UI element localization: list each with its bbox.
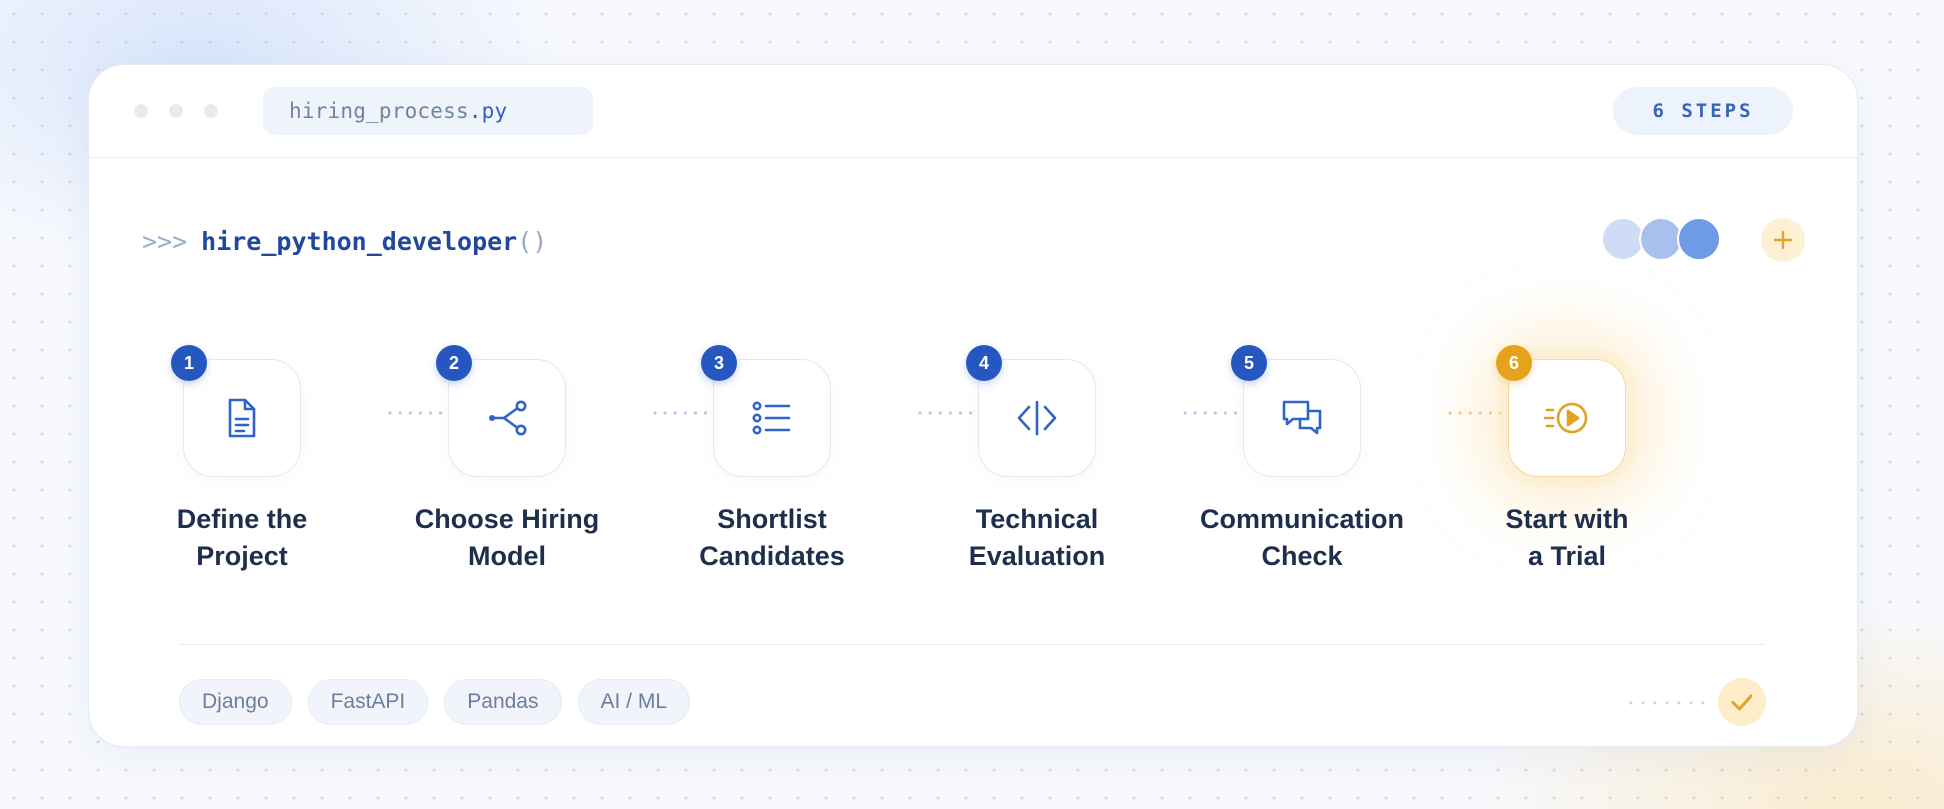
avatar-group <box>1601 217 1731 261</box>
footer-dotted-line <box>1625 701 1709 705</box>
document-icon <box>228 398 256 438</box>
step-label-line: Project <box>196 541 288 571</box>
avatar <box>1677 217 1721 261</box>
step-label-line: Candidates <box>699 541 845 571</box>
command-function-name: hire_python_developer <box>201 226 518 256</box>
step-number-badge: 6 <box>1496 345 1532 381</box>
footer-divider <box>179 644 1765 645</box>
plus-icon <box>1773 230 1793 250</box>
steps-count-badge: 6 STEPS <box>1613 87 1793 135</box>
step-label-line: Model <box>468 541 546 571</box>
command-line: >>> hire_python_developer () <box>142 221 547 261</box>
share-icon <box>489 400 527 436</box>
tech-tags: Django FastAPI Pandas AI / ML <box>179 679 691 725</box>
complete-badge <box>1718 678 1766 726</box>
code-icon <box>1017 400 1057 436</box>
step-label-line: Shortlist <box>717 504 827 534</box>
hiring-process-card: hiring_process .py 6 STEPS >>> hire_pytho… <box>88 64 1858 747</box>
step-label-line: Evaluation <box>968 541 1106 571</box>
step-label-line: Communication <box>1199 504 1404 534</box>
step-label: Technical Evaluation <box>906 501 1168 575</box>
step-label: Shortlist Candidates <box>641 501 903 575</box>
tag-pandas[interactable]: Pandas <box>444 679 562 725</box>
file-tab-name: hiring_process <box>289 99 469 123</box>
step-number-badge: 1 <box>171 345 207 381</box>
step-label-line: Technical <box>975 504 1099 534</box>
chat-icon <box>1282 400 1322 435</box>
command-parens: () <box>517 226 548 256</box>
step-label: Define the Project <box>111 501 373 575</box>
check-icon <box>1731 694 1753 711</box>
step-number-badge: 5 <box>1231 345 1267 381</box>
file-tab-extension: .py <box>468 99 508 123</box>
step-number-badge: 3 <box>701 345 737 381</box>
step-label-line: Check <box>1261 541 1343 571</box>
window-dot-3 <box>204 104 218 118</box>
step-label: Communication Check <box>1171 501 1433 575</box>
step-label-line: a Trial <box>1527 541 1607 571</box>
step-label: Start with a Trial <box>1436 501 1698 575</box>
command-prompt: >>> <box>142 226 188 256</box>
play-icon <box>1544 402 1588 434</box>
window-dot-1 <box>134 104 148 118</box>
add-button[interactable] <box>1761 218 1805 262</box>
step-label-line: Define the <box>176 504 308 534</box>
window-dot-2 <box>169 104 183 118</box>
list-icon <box>752 401 791 435</box>
step-number-badge: 2 <box>436 345 472 381</box>
file-tab[interactable]: hiring_process .py <box>263 87 593 135</box>
step-label-line: Start with <box>1505 504 1629 534</box>
tag-ai-ml[interactable]: AI / ML <box>577 679 691 725</box>
tag-django[interactable]: Django <box>179 679 292 725</box>
window-titlebar: hiring_process .py 6 STEPS <box>89 65 1857 158</box>
step-label: Choose Hiring Model <box>376 501 638 575</box>
tag-fastapi[interactable]: FastAPI <box>307 679 429 725</box>
step-label-line: Choose Hiring <box>414 504 600 534</box>
step-number-badge: 4 <box>966 345 1002 381</box>
